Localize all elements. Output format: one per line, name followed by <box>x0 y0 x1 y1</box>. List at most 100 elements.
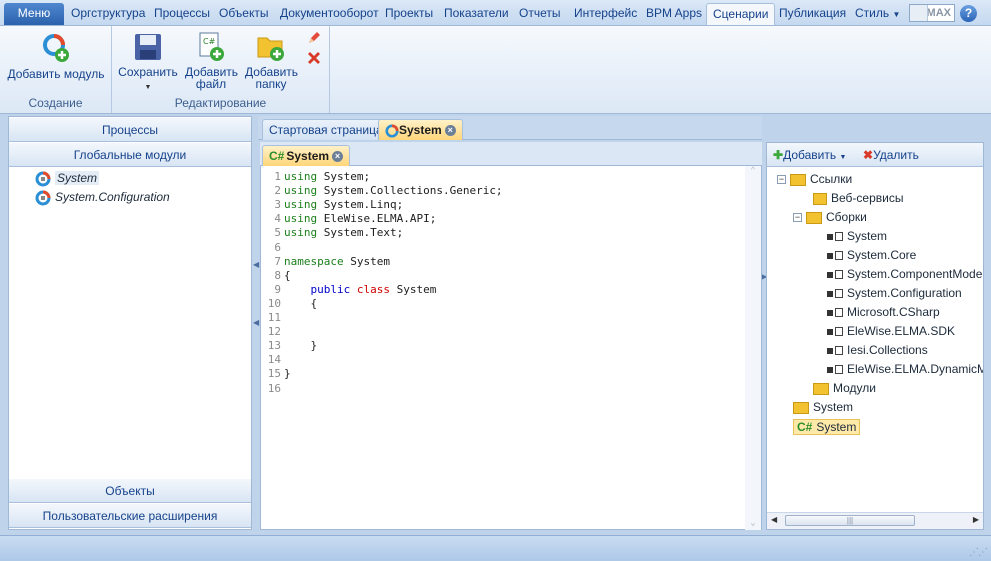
tree-node-web-services[interactable]: Веб-сервисы <box>813 191 903 205</box>
code-line[interactable]: { <box>284 297 317 310</box>
scroll-right-icon[interactable]: ▶ <box>973 515 979 524</box>
scroll-down-icon[interactable]: ⌄ <box>745 518 761 528</box>
menu-style[interactable]: Стиль ▼ <box>855 3 900 25</box>
module-label: System.Configuration <box>55 190 170 205</box>
menu-processes[interactable]: Процессы <box>154 3 210 25</box>
reference-icon <box>827 233 833 240</box>
code-line[interactable]: public class System <box>284 283 437 296</box>
code-token: System; <box>323 170 371 183</box>
collapse-icon[interactable]: − <box>793 213 802 223</box>
line-number: 3 <box>274 198 281 212</box>
code-token: using <box>284 170 318 183</box>
save-button[interactable]: Сохранить ▼ <box>118 32 178 94</box>
menu-indicators[interactable]: Показатели <box>444 3 509 25</box>
tree-node-assembly[interactable]: EleWise.ELMA.SDK <box>827 324 955 338</box>
add-folder-button[interactable]: Добавить папку <box>242 32 300 90</box>
code-line[interactable]: using System; <box>284 170 370 183</box>
code-token: { <box>284 296 318 310</box>
tree-node-assemblies[interactable]: − Сборки <box>793 210 867 224</box>
tree-node-assembly[interactable]: System.Core <box>827 248 916 262</box>
tree-node-file-system[interactable]: C# System <box>793 419 861 435</box>
menu-objects[interactable]: Объекты <box>219 3 269 25</box>
menu-scenarios[interactable]: Сценарии <box>706 3 776 25</box>
add-module-label: Добавить модуль <box>7 67 105 81</box>
tree-item-module[interactable]: System <box>35 171 100 187</box>
tab-start-page[interactable]: Стартовая страница <box>262 119 390 140</box>
menu-publication[interactable]: Публикация <box>779 3 846 25</box>
node-label: System.Configuration <box>847 286 962 300</box>
code-line[interactable]: } <box>284 339 317 352</box>
add-file-button[interactable]: C# Добавить файл <box>182 32 240 90</box>
add-module-button[interactable]: Добавить модуль <box>6 32 106 80</box>
line-number: 9 <box>274 282 281 296</box>
ribbon-group-edit: Сохранить ▼ C# Добавить файл Добавить па… <box>112 26 330 113</box>
tree-node-assembly[interactable]: System.ComponentModel.D <box>827 267 983 281</box>
panel-header-user-extensions[interactable]: Пользовательские расширения <box>9 503 251 528</box>
vertical-scrollbar[interactable]: ⌃ ⌄ <box>745 166 761 530</box>
project-tree-panel: ✚Добавить ▼ ✖Удалить − Ссылки Веб-сервисы… <box>766 142 984 530</box>
menu-interface[interactable]: Интерфейс <box>574 3 637 25</box>
menu-projects[interactable]: Проекты <box>385 3 433 25</box>
reference-icon <box>827 271 833 278</box>
code-editor[interactable]: 1 using System; 2 using System.Collections.… <box>260 166 762 530</box>
menu-button[interactable]: Меню <box>4 3 64 25</box>
tab-label: System <box>286 149 330 163</box>
line-number: 2 <box>274 184 281 198</box>
tree-node-folder-system[interactable]: System <box>793 400 853 414</box>
scroll-left-icon[interactable]: ◀ <box>771 515 777 524</box>
tree-node-assembly[interactable]: Microsoft.CSharp <box>827 305 940 319</box>
code-line[interactable]: using System.Collections.Generic; <box>284 184 503 197</box>
horizontal-scrollbar[interactable]: ◀ ||| ▶ <box>767 512 983 529</box>
tree-node-assembly[interactable]: System.Configuration <box>827 286 962 300</box>
delete-button[interactable]: ✖Удалить <box>863 148 919 162</box>
pencil-icon[interactable] <box>306 30 322 49</box>
collapse-icon[interactable]: − <box>777 175 786 185</box>
tab-system[interactable]: System × <box>378 119 463 140</box>
menu-bpm-apps[interactable]: BPM Apps <box>646 3 702 25</box>
code-line[interactable]: } <box>284 367 291 380</box>
code-line[interactable]: using System.Text; <box>284 226 403 239</box>
tree-node-assembly[interactable]: EleWise.ELMA.DynamicMo <box>827 362 983 376</box>
node-label: System.ComponentModel.D <box>847 267 983 281</box>
close-icon[interactable]: × <box>332 151 344 163</box>
node-label: System <box>816 420 857 434</box>
tab-system-cs[interactable]: C# System × <box>262 145 351 166</box>
assembly-icon <box>835 251 843 261</box>
code-token: System <box>350 254 390 268</box>
delete-icon[interactable] <box>306 50 322 69</box>
delete-label: Удалить <box>873 148 919 162</box>
reference-icon <box>827 309 833 316</box>
max-toggle[interactable]: MAX <box>909 4 955 22</box>
line-number: 11 <box>267 311 281 324</box>
menu-docflow[interactable]: Документооборот <box>280 3 379 25</box>
scroll-thumb[interactable]: ||| <box>785 515 915 526</box>
code-line[interactable]: namespace System <box>284 255 390 268</box>
code-line[interactable]: { <box>284 269 291 282</box>
line-number: 13 <box>267 339 281 353</box>
node-label: Iesi.Collections <box>847 343 928 357</box>
code-line[interactable]: using EleWise.ELMA.API; <box>284 212 436 225</box>
reference-icon <box>827 290 833 297</box>
file-tabs: C# System × <box>260 142 762 166</box>
tree-item-module[interactable]: System.Configuration <box>35 190 170 206</box>
panel-header-processes[interactable]: Процессы <box>9 117 251 142</box>
close-icon[interactable]: × <box>444 125 456 137</box>
tree-node-modules[interactable]: Модули <box>813 381 876 395</box>
tree-node-links[interactable]: − Ссылки <box>777 172 852 186</box>
help-icon[interactable]: ? <box>960 5 977 22</box>
scroll-up-icon[interactable]: ⌃ <box>745 166 761 176</box>
menu-reports[interactable]: Отчеты <box>519 3 560 25</box>
panel-header-global-modules[interactable]: Глобальные модули <box>9 142 251 167</box>
add-dropdown-button[interactable]: ✚Добавить ▼ <box>773 148 846 162</box>
menu-orgstructure[interactable]: Оргструктура <box>71 3 145 25</box>
resize-grip-icon[interactable]: ⋰⋰ <box>969 547 988 558</box>
tree-node-assembly[interactable]: System <box>827 229 887 243</box>
ribbon-group-create: Добавить модуль Создание <box>0 26 112 113</box>
node-label: EleWise.ELMA.SDK <box>847 324 956 338</box>
add-file-icon: C# <box>199 32 224 61</box>
code-line[interactable]: using System.Linq; <box>284 198 403 211</box>
panel-header-objects[interactable]: Объекты <box>9 478 251 503</box>
chevron-down-icon[interactable]: ▼ <box>118 82 178 94</box>
tree-node-assembly[interactable]: Iesi.Collections <box>827 343 928 357</box>
assembly-icon <box>835 346 843 356</box>
